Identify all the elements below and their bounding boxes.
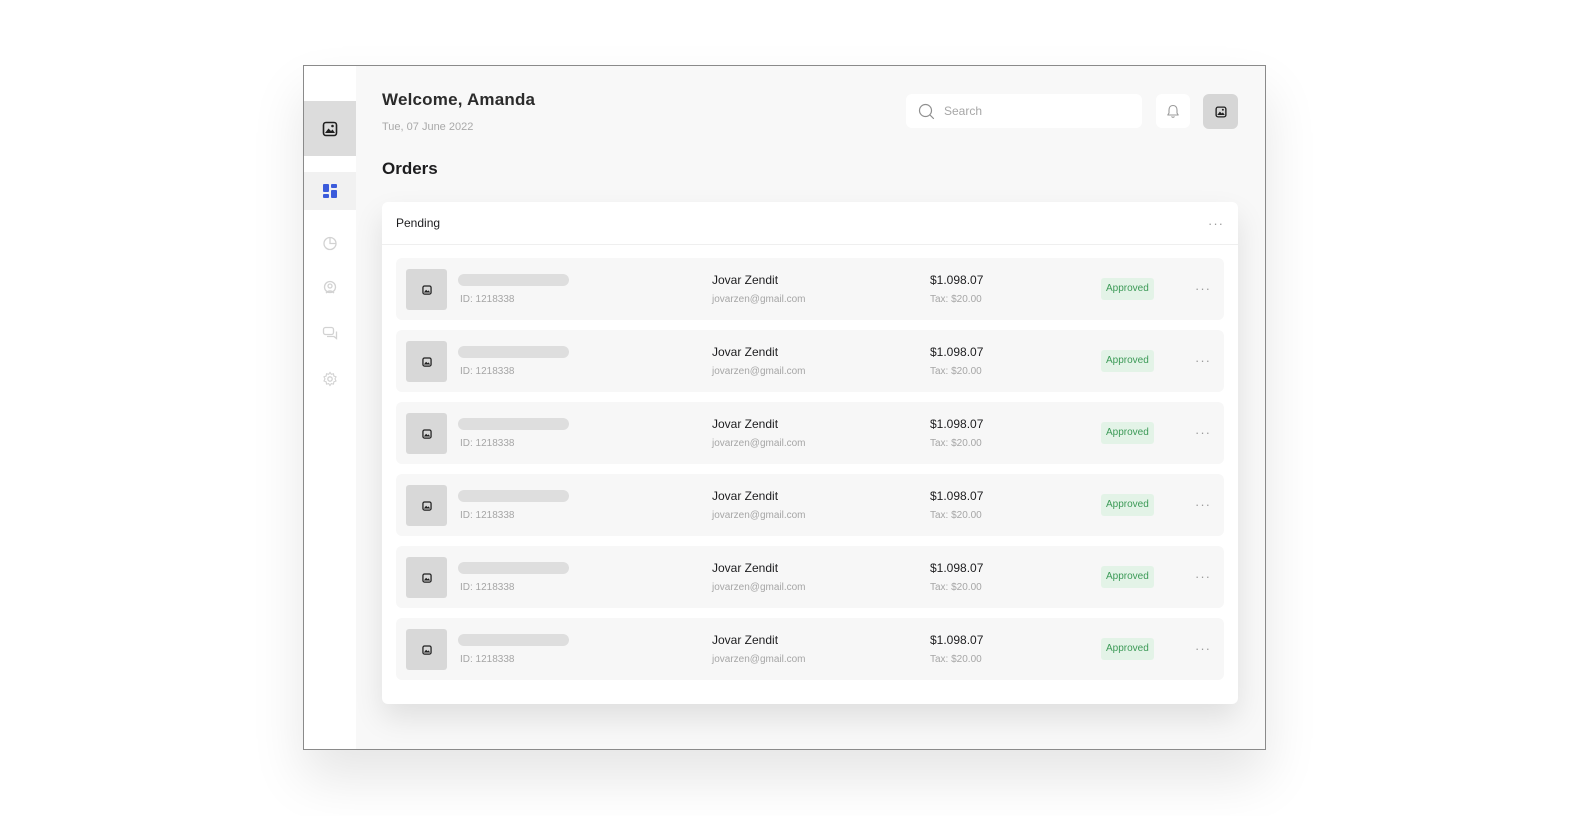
orders-list: ID: 1218338 Jovar Zendit jovarzen@gmail.… xyxy=(396,258,1224,690)
order-row[interactable]: ID: 1218338 Jovar Zendit jovarzen@gmail.… xyxy=(396,618,1224,680)
pie-chart-icon xyxy=(323,236,337,251)
chat-icon xyxy=(322,326,338,340)
sidebar xyxy=(304,66,356,749)
logo-image-icon[interactable] xyxy=(304,101,356,156)
customer-name: Jovar Zendit xyxy=(712,561,779,575)
sidebar-item-dashboard[interactable] xyxy=(304,172,356,210)
card-more-icon[interactable]: ··· xyxy=(1208,217,1224,230)
order-tax: Tax: $20.00 xyxy=(930,654,982,665)
avatar[interactable] xyxy=(1203,94,1238,129)
customer-email: jovarzen@gmail.com xyxy=(712,366,806,377)
current-date: Tue, 07 June 2022 xyxy=(382,121,474,133)
product-name-skeleton xyxy=(458,490,569,502)
customer-email: jovarzen@gmail.com xyxy=(712,510,806,521)
status-badge: Approved xyxy=(1101,422,1154,444)
pending-orders-card: Pending ··· ID: 1218338 Jovar Zendit jov… xyxy=(382,202,1238,704)
order-id: ID: 1218338 xyxy=(460,438,515,449)
image-placeholder-icon xyxy=(421,644,432,655)
order-row[interactable]: ID: 1218338 Jovar Zendit jovarzen@gmail.… xyxy=(396,474,1224,536)
customer-name: Jovar Zendit xyxy=(712,489,779,503)
search-placeholder: Search xyxy=(944,104,983,118)
status-badge: Approved xyxy=(1101,278,1154,300)
order-price: $1.098.07 xyxy=(930,633,984,647)
product-name-skeleton xyxy=(458,634,569,646)
card-header: Pending ··· xyxy=(382,202,1238,245)
product-thumbnail xyxy=(406,341,447,382)
customer-name: Jovar Zendit xyxy=(712,345,779,359)
page-title: Orders xyxy=(382,159,438,178)
order-row[interactable]: ID: 1218338 Jovar Zendit jovarzen@gmail.… xyxy=(396,546,1224,608)
order-row[interactable]: ID: 1218338 Jovar Zendit jovarzen@gmail.… xyxy=(396,258,1224,320)
product-name-skeleton xyxy=(458,562,569,574)
sidebar-item-users[interactable] xyxy=(304,269,356,307)
order-tax: Tax: $20.00 xyxy=(930,582,982,593)
customer-email: jovarzen@gmail.com xyxy=(712,582,806,593)
order-price: $1.098.07 xyxy=(930,417,984,431)
status-badge: Approved xyxy=(1101,566,1154,588)
image-placeholder-icon xyxy=(322,121,338,136)
row-more-icon[interactable]: ··· xyxy=(1195,282,1211,295)
user-icon xyxy=(323,280,337,294)
row-more-icon[interactable]: ··· xyxy=(1195,354,1211,367)
customer-email: jovarzen@gmail.com xyxy=(712,654,806,665)
product-thumbnail xyxy=(406,485,447,526)
main-content: Welcome, Amanda Tue, 07 June 2022 Search… xyxy=(356,66,1265,749)
image-placeholder-icon xyxy=(421,572,432,583)
dashboard-icon xyxy=(323,184,337,198)
customer-email: jovarzen@gmail.com xyxy=(712,294,806,305)
customer-name: Jovar Zendit xyxy=(712,417,779,431)
customer-email: jovarzen@gmail.com xyxy=(712,438,806,449)
welcome-heading: Welcome, Amanda xyxy=(382,90,536,109)
image-placeholder-icon xyxy=(1214,105,1227,118)
order-tax: Tax: $20.00 xyxy=(930,294,982,305)
order-price: $1.098.07 xyxy=(930,273,984,287)
row-more-icon[interactable]: ··· xyxy=(1195,642,1211,655)
row-more-icon[interactable]: ··· xyxy=(1195,498,1211,511)
product-thumbnail xyxy=(406,629,447,670)
image-placeholder-icon xyxy=(421,428,432,439)
order-price: $1.098.07 xyxy=(930,489,984,503)
product-thumbnail xyxy=(406,269,447,310)
search-icon xyxy=(918,103,935,119)
order-id: ID: 1218338 xyxy=(460,510,515,521)
image-placeholder-icon xyxy=(421,500,432,511)
order-row[interactable]: ID: 1218338 Jovar Zendit jovarzen@gmail.… xyxy=(396,402,1224,464)
order-id: ID: 1218338 xyxy=(460,582,515,593)
row-more-icon[interactable]: ··· xyxy=(1195,426,1211,439)
order-id: ID: 1218338 xyxy=(460,654,515,665)
order-price: $1.098.07 xyxy=(930,345,984,359)
image-placeholder-icon xyxy=(421,284,432,295)
product-name-skeleton xyxy=(458,418,569,430)
product-name-skeleton xyxy=(458,274,569,286)
customer-name: Jovar Zendit xyxy=(712,273,779,287)
product-thumbnail xyxy=(406,413,447,454)
order-id: ID: 1218338 xyxy=(460,294,515,305)
order-row[interactable]: ID: 1218338 Jovar Zendit jovarzen@gmail.… xyxy=(396,330,1224,392)
product-thumbnail xyxy=(406,557,447,598)
sidebar-item-analytics[interactable] xyxy=(304,224,356,262)
status-badge: Approved xyxy=(1101,350,1154,372)
order-tax: Tax: $20.00 xyxy=(930,438,982,449)
app-window: Welcome, Amanda Tue, 07 June 2022 Search… xyxy=(303,65,1266,750)
sidebar-item-messages[interactable] xyxy=(304,314,356,352)
sidebar-item-settings[interactable] xyxy=(304,360,356,398)
order-tax: Tax: $20.00 xyxy=(930,366,982,377)
bell-icon xyxy=(1167,104,1179,118)
status-badge: Approved xyxy=(1101,494,1154,516)
status-badge: Approved xyxy=(1101,638,1154,660)
order-id: ID: 1218338 xyxy=(460,366,515,377)
notifications-button[interactable] xyxy=(1156,94,1190,128)
card-title: Pending xyxy=(396,216,441,230)
order-price: $1.098.07 xyxy=(930,561,984,575)
settings-icon xyxy=(323,371,337,387)
row-more-icon[interactable]: ··· xyxy=(1195,570,1211,583)
search-input[interactable]: Search xyxy=(906,94,1142,128)
order-tax: Tax: $20.00 xyxy=(930,510,982,521)
image-placeholder-icon xyxy=(421,356,432,367)
customer-name: Jovar Zendit xyxy=(712,633,779,647)
product-name-skeleton xyxy=(458,346,569,358)
